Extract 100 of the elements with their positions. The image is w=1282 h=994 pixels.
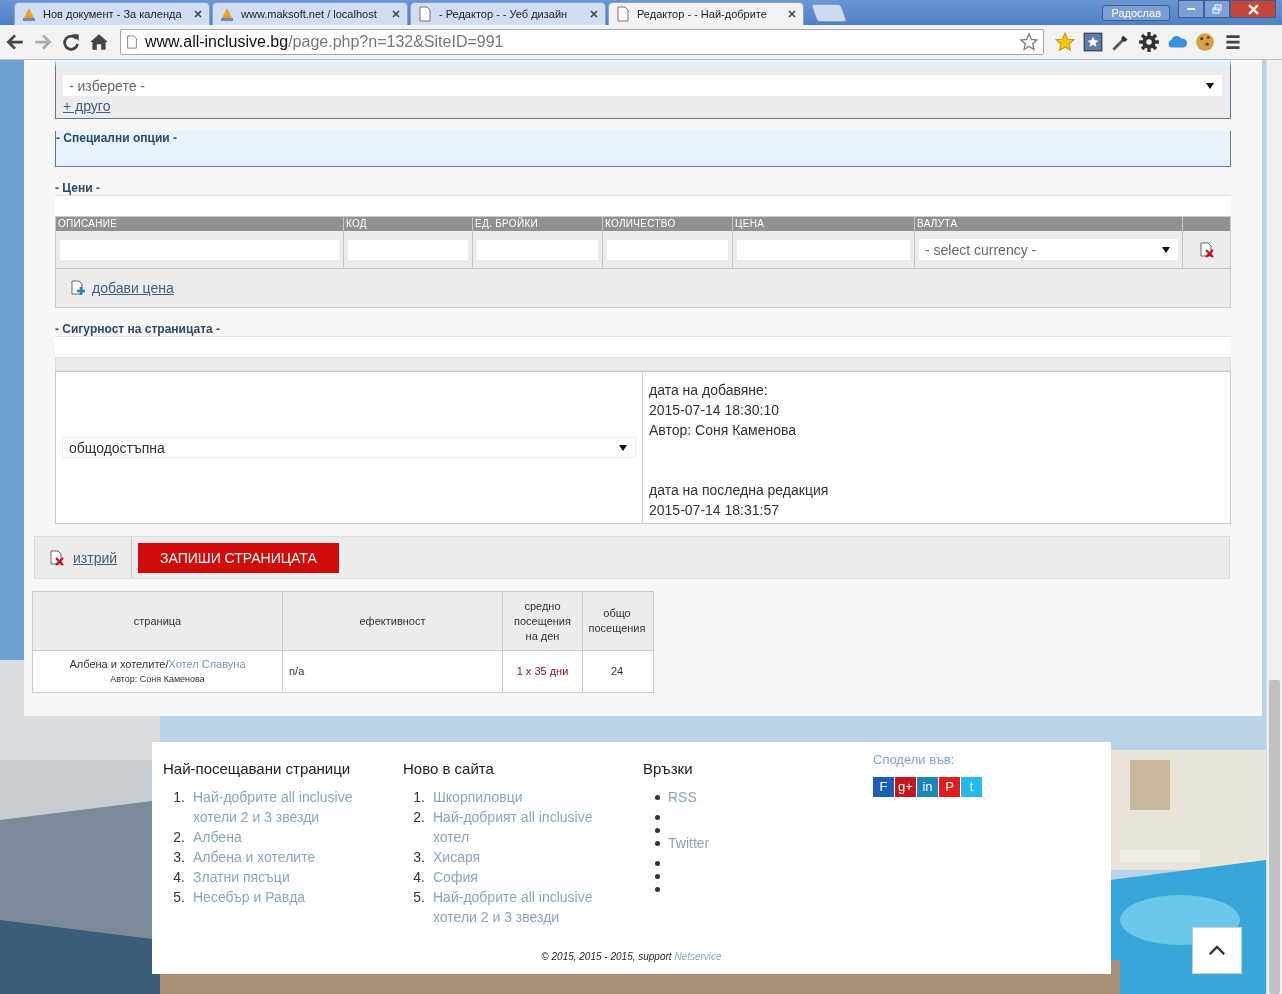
cookie-icon[interactable]: [1194, 31, 1216, 53]
close-icon[interactable]: [589, 9, 599, 19]
page-icon: [615, 6, 631, 22]
maximize-button[interactable]: [1204, 0, 1230, 18]
address-bar[interactable]: www.all-inclusive.bg/page.php?n=132&SiteID=991: [120, 29, 1044, 55]
info-text: 2015-07-14 18:31:57: [649, 501, 780, 520]
caret-icon: [1162, 246, 1170, 253]
column-header: ЦЕНА: [733, 217, 915, 231]
footer-link[interactable]: RSS: [668, 787, 697, 807]
info-text: дата на последна редакция: [649, 481, 829, 500]
caret-icon: [1206, 82, 1214, 89]
page-path: Албена и хотелите/: [69, 657, 169, 670]
list-number: 1.: [412, 788, 426, 807]
table-cell: 24: [610, 664, 624, 679]
category-select[interactable]: - изберете -: [63, 75, 1222, 96]
column-header: КОЛИЧЕСТВО: [603, 217, 733, 231]
close-icon[interactable]: [391, 9, 401, 19]
star-icon[interactable]: [1054, 31, 1076, 53]
delete-link[interactable]: изтрий: [73, 549, 118, 566]
footer-link[interactable]: Хисаря: [433, 847, 603, 867]
column-header: ОПИСАНИЕ: [56, 217, 344, 231]
share-button[interactable]: F: [873, 777, 894, 797]
browser-tab[interactable]: - Редактор - - Уеб дизайн: [410, 2, 606, 25]
list-number: 4.: [412, 868, 426, 887]
info-text: Автор: Соня Каменова: [649, 421, 798, 440]
footer-link[interactable]: Несебър и Равда: [193, 887, 363, 907]
list-number: 3.: [172, 848, 186, 867]
share-button[interactable]: P: [939, 777, 960, 797]
page-link[interactable]: Хотел Славуна: [168, 657, 246, 670]
share-button[interactable]: in: [917, 777, 938, 797]
add-document-icon[interactable]: [70, 280, 86, 296]
page-icon: [417, 6, 433, 22]
user-button[interactable]: Радослав: [1102, 4, 1170, 21]
footer-link[interactable]: Най-добрите all inclusive хотели 2 и 3 звезди: [193, 787, 363, 827]
browser-tab[interactable]: Нов документ - За календа: [14, 2, 210, 25]
info-text: дата на добавяне:: [649, 381, 769, 400]
add-price-link[interactable]: добави цена: [92, 280, 174, 296]
footer-link[interactable]: Най-добрите all inclusive хотели 2 и 3 звезди: [433, 887, 603, 927]
share-label: Сподели във:: [873, 752, 956, 767]
minimize-button[interactable]: [1178, 0, 1204, 18]
caret-up-icon: [1208, 945, 1226, 956]
bullet-icon: [655, 815, 660, 820]
scrollbar-thumb[interactable]: [1269, 680, 1280, 994]
footer-link[interactable]: София: [433, 867, 603, 887]
footer-link[interactable]: Twitter: [668, 833, 710, 853]
list-number: 4.: [172, 868, 186, 887]
footer-link[interactable]: Златни пясъци: [193, 867, 363, 887]
close-button[interactable]: [1230, 0, 1276, 18]
browser-tab[interactable]: www.maksoft.net / localhost: [212, 2, 408, 25]
access-select[interactable]: общодостъпна: [62, 437, 636, 458]
footer-link[interactable]: Шкорпиловци: [433, 787, 603, 807]
column-header: страница: [33, 592, 283, 650]
delete-document-icon[interactable]: [1198, 241, 1215, 258]
page-icon: [125, 35, 139, 49]
share-button[interactable]: t: [961, 777, 982, 797]
close-icon[interactable]: [787, 9, 797, 19]
restore-icon: [1212, 4, 1222, 14]
browser-tab[interactable]: Редактор - - Най-добрите: [608, 2, 804, 25]
delete-document-icon[interactable]: [49, 549, 65, 566]
table-cell: 1 x 35 дни: [516, 664, 569, 679]
list-number: 1.: [172, 788, 186, 807]
reload-icon[interactable]: [60, 31, 82, 53]
close-icon[interactable]: [193, 9, 203, 19]
footer-link[interactable]: Албена и хотелите: [193, 847, 363, 867]
column-header: КОД: [344, 217, 473, 231]
support-link[interactable]: Netservice: [674, 951, 722, 962]
save-button[interactable]: ЗАПИШИ СТРАНИЦАТА: [138, 542, 339, 573]
caret-icon: [619, 444, 627, 451]
gear-icon[interactable]: [1138, 31, 1160, 53]
column-header: ефективност: [283, 592, 503, 650]
column-header: общо посещения: [587, 606, 647, 636]
sail-logo-icon: [21, 6, 37, 22]
copyright-text: © 2015, 2015 - 2015, support Netservice: [540, 951, 723, 962]
column-header: ВАЛУТА: [915, 217, 1183, 231]
column-header: ЕД. БРОЙКИ: [473, 217, 603, 231]
share-button[interactable]: g+: [895, 777, 916, 797]
bullet-icon: [655, 861, 660, 866]
table-cell: n/a: [289, 664, 305, 679]
bullet-icon: [655, 828, 660, 833]
bullet-icon: [655, 887, 660, 892]
list-number: 5.: [172, 888, 186, 907]
star-icon[interactable]: [1019, 32, 1039, 52]
footer-heading: Най-посещавани страници: [163, 760, 352, 777]
list-number: 2.: [412, 808, 426, 827]
section-legend: - Специални опции -: [56, 131, 1230, 145]
bullet-icon: [655, 841, 660, 846]
list-number: 3.: [412, 848, 426, 867]
footer-link[interactable]: Албена: [193, 827, 363, 847]
bullet-icon: [655, 874, 660, 879]
new-tab-button[interactable]: [810, 4, 848, 22]
info-text: 2015-07-14 18:30:10: [649, 401, 780, 420]
bullet-icon: [655, 795, 660, 800]
close-icon: [1247, 3, 1259, 15]
list-number: 5.: [412, 888, 426, 907]
list-number: 2.: [172, 828, 186, 847]
footer-heading: Ново в сайта: [403, 760, 495, 777]
currency-select[interactable]: - select currency -: [919, 239, 1178, 260]
other-link[interactable]: + друго: [63, 98, 111, 114]
footer-link[interactable]: Най-добрият all inclusive хотел: [433, 807, 603, 847]
author-text: Автор: Соня Каменова: [110, 672, 205, 686]
